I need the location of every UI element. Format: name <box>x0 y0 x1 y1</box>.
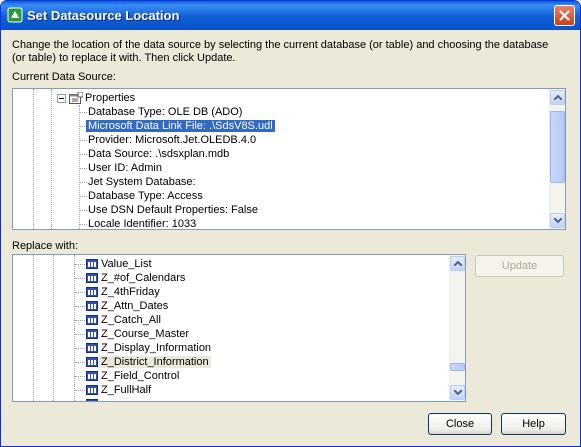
property-item[interactable]: Provider: Microsoft.Jet.OLEDB.4.0 <box>88 134 256 147</box>
chevron-down-icon <box>454 390 462 395</box>
instructions-text: Change the location of the data source b… <box>12 39 549 64</box>
scroll-up-button[interactable] <box>450 256 465 271</box>
window-title: Set Datasource Location <box>27 8 180 23</box>
table-icon <box>86 329 98 339</box>
table-item[interactable]: Z_Catch_All <box>101 314 161 327</box>
scroll-up-button[interactable] <box>550 90 565 105</box>
update-button[interactable]: Update <box>475 255 564 277</box>
title-bar[interactable]: Set Datasource Location <box>1 1 580 30</box>
tree-branch <box>80 182 87 183</box>
table-item[interactable]: Z_Course_Master <box>101 328 189 341</box>
table-item[interactable]: Z_#of_Calendars <box>101 272 185 285</box>
table-item-highlighted[interactable]: Z_District_Information <box>99 356 211 369</box>
tree-branch <box>75 278 85 279</box>
tree-branch <box>75 264 85 265</box>
replace-with-scrollbar[interactable] <box>449 255 465 401</box>
table-item[interactable]: Z_Display_Information <box>101 342 211 355</box>
tree-branch <box>80 210 87 211</box>
table-item[interactable]: Value_List <box>101 258 152 271</box>
table-item[interactable]: Z_4thFriday <box>101 286 160 299</box>
table-icon <box>86 301 98 311</box>
table-icon <box>86 343 98 353</box>
property-item[interactable]: Database Type: Access <box>88 190 203 203</box>
chevron-down-icon <box>554 218 562 223</box>
close-icon <box>559 10 570 21</box>
table-icon <box>86 287 98 297</box>
scroll-down-button[interactable] <box>450 385 465 400</box>
tree-guide-line <box>33 89 34 229</box>
chevron-up-icon <box>554 95 562 100</box>
chevron-up-icon <box>454 261 462 266</box>
property-item[interactable]: Database Type: OLE DB (ADO) <box>88 106 242 119</box>
table-item[interactable]: Z_Field_Control <box>101 370 179 383</box>
scroll-thumb[interactable] <box>550 111 565 183</box>
current-source-scrollbar[interactable] <box>549 89 565 229</box>
tree-branch <box>80 140 87 141</box>
scroll-thumb[interactable] <box>450 363 465 371</box>
property-item[interactable]: Jet System Database: <box>88 176 196 189</box>
tree-branch <box>75 306 85 307</box>
tree-guide-line <box>53 255 54 401</box>
tree-branch <box>75 334 85 335</box>
property-item[interactable]: User ID: Admin <box>88 162 162 175</box>
selected-text: Microsoft Data Link File: .\SdsV8S.udl <box>86 120 275 132</box>
close-button[interactable]: Close <box>428 413 492 435</box>
properties-icon <box>69 92 83 104</box>
property-item[interactable]: Locale Identifier: 1033 <box>88 218 196 229</box>
property-item-selected[interactable]: Microsoft Data Link File: .\SdsV8S.udl <box>86 120 275 133</box>
tree-branch <box>75 390 85 391</box>
close-window-button[interactable] <box>554 5 575 26</box>
property-item[interactable]: Use DSN Default Properties: False <box>88 204 258 217</box>
tree-branch <box>80 168 87 169</box>
table-icon <box>86 399 98 401</box>
replace-with-label: Replace with: <box>12 240 79 252</box>
tree-branch <box>80 224 87 225</box>
table-icon <box>86 385 98 395</box>
table-icon <box>86 357 98 367</box>
scroll-down-button[interactable] <box>550 213 565 228</box>
help-button[interactable]: Help <box>501 413 566 435</box>
table-icon <box>86 259 98 269</box>
replace-with-tree[interactable]: Value_List Z_#of_Calendars Z_4thFriday Z… <box>12 254 466 402</box>
dialog-window: Set Datasource Location Change the locat… <box>0 0 581 447</box>
tree-branch <box>80 154 87 155</box>
tree-guide-line <box>33 255 34 401</box>
crystal-reports-icon <box>7 7 23 23</box>
tree-branch <box>75 376 85 377</box>
tree-branch <box>75 320 85 321</box>
table-icon <box>86 273 98 283</box>
table-item[interactable]: Z_FullHalf <box>101 384 151 397</box>
tree-guide-line <box>51 89 52 229</box>
current-source-tree[interactable]: Properties Database Type: OLE DB (ADO) M… <box>12 88 566 230</box>
table-icon <box>86 315 98 325</box>
tree-branch <box>80 196 87 197</box>
tree-branch <box>75 348 85 349</box>
table-icon <box>86 371 98 381</box>
property-item[interactable]: Data Source: .\sdsxplan.mdb <box>88 148 229 161</box>
tree-branch <box>75 292 85 293</box>
tree-branch <box>75 362 85 363</box>
current-source-label: Current Data Source: <box>12 71 116 83</box>
table-item[interactable]: Z_Attn_Dates <box>101 300 168 313</box>
tree-branch <box>80 112 87 113</box>
collapse-icon[interactable] <box>57 94 66 103</box>
properties-node[interactable]: Properties <box>85 92 135 105</box>
highlighted-text: Z_District_Information <box>99 356 211 368</box>
